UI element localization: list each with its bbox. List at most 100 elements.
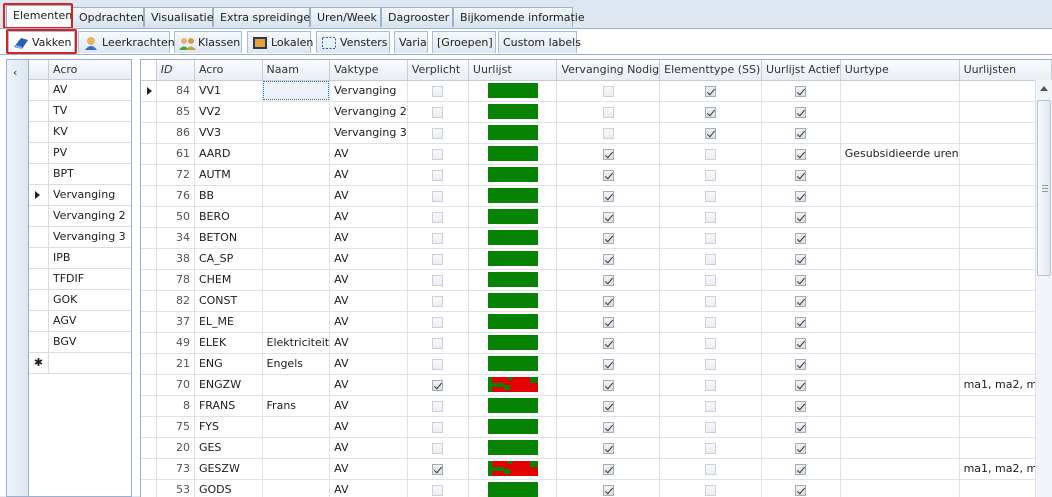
tab-vensters[interactable]: Vensters [316, 31, 390, 53]
elementtype-checkbox[interactable] [705, 316, 717, 328]
vervanging-nodig-checkbox[interactable] [602, 358, 614, 370]
vervanging-nodig-checkbox[interactable] [602, 169, 614, 181]
list-item[interactable]: GOK [29, 290, 131, 311]
table-row[interactable]: 61 AARD AV Gesubsidieerde uren [141, 143, 1052, 165]
uurtype-cell[interactable] [840, 311, 960, 333]
naam-cell[interactable] [262, 248, 331, 270]
verplicht-checkbox[interactable] [432, 484, 444, 496]
table-row[interactable]: 84 VV1 Vervanging [141, 80, 1052, 102]
vaktype-cell[interactable]: Vervanging 3 [329, 122, 408, 144]
uurlijst-cell[interactable] [468, 143, 558, 165]
naam-cell[interactable] [262, 227, 331, 249]
column-header-elementtype[interactable]: Elementtype (SS) [659, 60, 763, 81]
elementtype-checkbox[interactable] [705, 127, 717, 139]
acro-cell[interactable]: ELEK [194, 332, 263, 354]
naam-cell[interactable] [262, 122, 331, 144]
uurlijst-actief-checkbox[interactable] [795, 463, 807, 475]
uurlijst-actief-checkbox[interactable] [795, 337, 807, 349]
acro-cell[interactable]: AUTM [194, 164, 263, 186]
column-header-naam[interactable]: Naam [262, 60, 331, 81]
table-row[interactable]: 75 FYS AV [141, 416, 1052, 438]
uurlijst-cell[interactable] [468, 458, 558, 480]
tab-visualisatie[interactable]: Visualisatie [144, 7, 214, 27]
vervanging-nodig-checkbox[interactable] [602, 484, 614, 496]
elementtype-checkbox[interactable] [705, 463, 717, 475]
naam-cell[interactable] [262, 311, 331, 333]
uurlijst-cell[interactable] [468, 248, 558, 270]
vervanging-nodig-checkbox[interactable] [602, 232, 614, 244]
column-header-vervanging-nodig[interactable]: Vervanging Nodig [556, 60, 661, 81]
collapse-panel-button[interactable]: ‹ [7, 60, 29, 496]
verplicht-checkbox[interactable] [432, 358, 444, 370]
verplicht-checkbox[interactable] [432, 337, 444, 349]
verplicht-checkbox[interactable] [432, 127, 444, 139]
table-row[interactable]: 37 EL_ME AV [141, 311, 1052, 333]
uurlijst-actief-checkbox[interactable] [795, 484, 807, 496]
vervanging-nodig-checkbox[interactable] [602, 148, 614, 160]
uurlijst-cell[interactable] [468, 269, 558, 291]
verplicht-checkbox[interactable] [432, 148, 444, 160]
tab-lokalen[interactable]: Lokalen [247, 31, 313, 53]
naam-cell[interactable] [262, 290, 331, 312]
uurlijst-cell[interactable] [468, 374, 558, 396]
naam-cell[interactable] [262, 479, 331, 497]
naam-cell[interactable] [262, 164, 331, 186]
vaktype-cell[interactable]: Vervanging 2 [329, 101, 408, 123]
acro-cell[interactable]: CONST [194, 290, 263, 312]
elementtype-checkbox[interactable] [705, 211, 717, 223]
vervanging-nodig-checkbox[interactable] [602, 253, 614, 265]
table-row[interactable]: 82 CONST AV [141, 290, 1052, 312]
table-row[interactable]: 21 ENG Engels AV [141, 353, 1052, 375]
uurlijst-cell[interactable] [468, 185, 558, 207]
list-item[interactable]: Vervanging 2 [29, 206, 131, 227]
uurtype-cell[interactable] [840, 437, 960, 459]
acro-cell[interactable]: BERO [194, 206, 263, 228]
vervanging-nodig-checkbox[interactable] [602, 190, 614, 202]
tab-varia[interactable]: Varia [394, 31, 428, 53]
scrollbar-thumb[interactable] [1037, 100, 1051, 276]
verplicht-checkbox[interactable] [432, 400, 444, 412]
table-row[interactable]: 50 BERO AV [141, 206, 1052, 228]
uurlijst-actief-checkbox[interactable] [795, 295, 807, 307]
table-row[interactable]: 49 ELEK Elektriciteit AV [141, 332, 1052, 354]
list-item[interactable]: KV [29, 122, 131, 143]
uurtype-cell[interactable] [840, 353, 960, 375]
uurlijst-cell[interactable] [468, 416, 558, 438]
list-item[interactable]: PV [29, 143, 131, 164]
elementtype-checkbox[interactable] [705, 253, 717, 265]
uurlijst-actief-checkbox[interactable] [795, 274, 807, 286]
list-item[interactable]: Vervanging [29, 185, 131, 206]
naam-cell[interactable] [262, 143, 331, 165]
uurtype-cell[interactable]: Gesubsidieerde uren [840, 143, 960, 165]
uurlijst-cell[interactable] [468, 122, 558, 144]
elementtype-checkbox[interactable] [705, 358, 717, 370]
tab-uren-week[interactable]: Uren/Week [310, 7, 381, 27]
verplicht-checkbox[interactable] [432, 316, 444, 328]
elementtype-checkbox[interactable] [705, 484, 717, 496]
acro-cell[interactable]: AARD [194, 143, 263, 165]
vervanging-nodig-checkbox[interactable] [602, 85, 614, 97]
uurlijst-cell[interactable] [468, 206, 558, 228]
list-item[interactable]: BPT [29, 164, 131, 185]
uurtype-cell[interactable] [840, 290, 960, 312]
verplicht-checkbox[interactable] [432, 442, 444, 454]
vervanging-nodig-checkbox[interactable] [602, 421, 614, 433]
vervanging-nodig-checkbox[interactable] [602, 442, 614, 454]
vervanging-nodig-checkbox[interactable] [602, 211, 614, 223]
table-row[interactable]: 34 BETON AV [141, 227, 1052, 249]
elementtype-checkbox[interactable] [705, 169, 717, 181]
vaktype-cell[interactable]: AV [329, 416, 408, 438]
uurlijst-cell[interactable] [468, 80, 558, 102]
acro-cell[interactable]: GES [194, 437, 263, 459]
tab-groepen[interactable]: [Groepen] [432, 31, 496, 53]
vervanging-nodig-checkbox[interactable] [602, 274, 614, 286]
acro-cell[interactable]: FRANS [194, 395, 263, 417]
table-row[interactable]: 72 AUTM AV [141, 164, 1052, 186]
naam-cell[interactable] [262, 374, 331, 396]
uurlijst-actief-checkbox[interactable] [795, 379, 807, 391]
vervanging-nodig-checkbox[interactable] [602, 463, 614, 475]
naam-cell[interactable] [262, 185, 331, 207]
vaktype-cell[interactable]: AV [329, 269, 408, 291]
verplicht-checkbox[interactable] [432, 169, 444, 181]
uurtype-cell[interactable] [840, 227, 960, 249]
